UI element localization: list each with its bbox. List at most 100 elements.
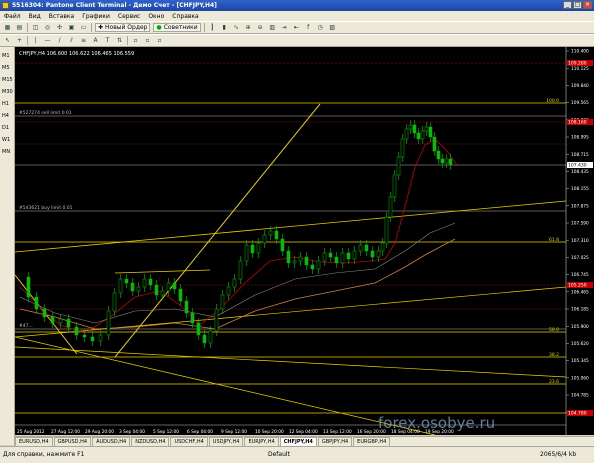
navigator-icon[interactable]: ✣ (55, 23, 64, 32)
candle-body (286, 250, 291, 264)
candle-body (376, 250, 381, 258)
bar-chart-icon[interactable]: ┃ (208, 23, 217, 32)
label-icon[interactable]: T (103, 36, 112, 45)
price-tag-text: 104.780 (568, 411, 587, 417)
chart-tab[interactable]: AUDUSD,H4 (92, 437, 131, 446)
data-window-icon[interactable]: ◎ (43, 23, 52, 32)
trendline[interactable] (15, 200, 567, 253)
chart-tab[interactable]: USDJPY,H4 (208, 437, 244, 446)
timeframe-mn[interactable]: MN (2, 149, 10, 155)
periods-icon[interactable]: ◷ (316, 23, 325, 32)
new-order-button[interactable]: ✚ Новый Ордер (95, 23, 151, 32)
chart-tab[interactable]: EURGBP,H4 (353, 437, 391, 446)
arrows-icon[interactable]: ⇅ (115, 36, 124, 45)
standard-toolbar: ▦ ▤ ◫ ◎ ✣ ▣ ▭ ✚ Новый Ордер ● Советники ┃ … (0, 21, 594, 34)
chart-shift-icon[interactable]: ⇤ (292, 23, 301, 32)
price-chart[interactable]: CHFJPY,H4 106.600 106.622 106.465 106.55… (15, 47, 594, 435)
chart-tab[interactable]: CHFJPY,H4 (279, 437, 317, 446)
status-bar: Для справки, нажмите F1 Default 2065/6/4… (0, 446, 594, 463)
candle-body (424, 126, 429, 132)
timeframe-m5[interactable]: M5 (2, 65, 10, 71)
m15-icon[interactable]: ▫ (155, 36, 164, 45)
timeframe-m30[interactable]: M30 (2, 89, 13, 95)
time-label: 5 Sep 12:00 (153, 429, 179, 435)
minimize-button[interactable]: _ (563, 1, 572, 9)
menu-tools[interactable]: Сервис (114, 13, 144, 20)
time-label: 9 Sep 12:00 (221, 429, 247, 435)
trendline-icon[interactable]: / (55, 36, 64, 45)
tester-icon[interactable]: ▭ (79, 23, 88, 32)
terminal-icon[interactable]: ▣ (67, 23, 76, 32)
timeframe-m15[interactable]: M15 (2, 77, 13, 83)
m1-icon[interactable]: ▫ (131, 36, 140, 45)
candle-body (208, 330, 213, 344)
timeframe-d1[interactable]: D1 (2, 125, 9, 131)
trendline[interactable] (114, 269, 211, 274)
moving-average-gray (19, 222, 456, 324)
candle-body (268, 230, 273, 236)
timeframe-panel: M1 M5 M15 M30 H1 H4 D1 W1 MN (0, 47, 15, 445)
window-title: 5516304: Pantone Client Terminal - Демо … (12, 2, 217, 9)
menu-view[interactable]: Вид (25, 13, 45, 20)
chart-window[interactable]: CHFJPY,H4 106.600 106.622 106.465 106.55… (15, 47, 594, 435)
trendline[interactable] (15, 346, 567, 378)
chart-tab[interactable]: NZDUSD,H4 (131, 437, 170, 446)
chart-tab[interactable]: GBPJPY,H4 (317, 437, 353, 446)
timeframe-h1[interactable]: H1 (2, 101, 9, 107)
zoom-in-icon[interactable]: ⊕ (244, 23, 253, 32)
horizontal-line-icon[interactable]: — (43, 36, 52, 45)
candle-body (340, 252, 345, 264)
zoom-out-icon[interactable]: ⊖ (256, 23, 265, 32)
candle-chart-icon[interactable]: ▮ (220, 23, 229, 32)
candle-body (436, 150, 441, 160)
autoscroll-icon[interactable]: ⇥ (280, 23, 289, 32)
trendline[interactable] (15, 286, 567, 338)
menu-charts[interactable]: Графики (78, 13, 114, 20)
chart-tab[interactable]: USDCHF,H4 (170, 437, 208, 446)
new-order-label: Новый Ордер (105, 24, 148, 31)
timeframe-w1[interactable]: W1 (2, 137, 10, 143)
channel-icon[interactable]: ⫽ (67, 36, 76, 45)
menu-insert[interactable]: Вставка (45, 13, 78, 20)
candle-body (304, 256, 309, 266)
close-button[interactable]: × (583, 1, 592, 9)
candle-body (274, 230, 279, 240)
time-label: 3 Sep 04:00 (119, 429, 145, 435)
time-label: 27 Aug 12:00 (51, 429, 80, 435)
price-label: 105.060 (571, 375, 589, 381)
toolbar-separator (27, 23, 28, 32)
price-label: 107.025 (571, 255, 589, 261)
toolbar-separator (91, 23, 92, 32)
cursor-icon[interactable]: ↖ (3, 36, 12, 45)
new-chart-icon[interactable]: ▦ (3, 23, 12, 32)
expert-advisors-button[interactable]: ● Советники (153, 23, 201, 32)
menu-window[interactable]: Окно (144, 13, 168, 20)
crosshair-icon[interactable]: + (15, 36, 24, 45)
line-chart-icon[interactable]: ∿ (232, 23, 241, 32)
maximize-button[interactable]: □ (573, 1, 582, 9)
profiles-icon[interactable]: ▤ (15, 23, 24, 32)
timeframe-h4[interactable]: H4 (2, 113, 9, 119)
templates-icon[interactable]: ▧ (328, 23, 337, 32)
menu-help[interactable]: Справка (168, 13, 202, 20)
timeframe-m1[interactable]: M1 (2, 53, 10, 59)
text-icon[interactable]: A (91, 36, 100, 45)
candle-body (118, 278, 123, 294)
indicators-icon[interactable]: f (304, 23, 313, 32)
candle-body (166, 282, 171, 292)
candle-body (380, 242, 385, 252)
chart-tab[interactable]: EURUSD,H4 (15, 437, 53, 446)
tile-windows-icon[interactable]: ▥ (268, 23, 277, 32)
advisors-label: Советники (163, 24, 198, 31)
m5-icon[interactable]: ▫ (143, 36, 152, 45)
candle-body (154, 284, 159, 296)
candle-body (124, 278, 129, 284)
menu-file[interactable]: Файл (0, 13, 25, 20)
trendline[interactable] (15, 336, 436, 435)
chart-tabs: EURUSD,H4 GBPUSD,H4 AUDUSD,H4 NZDUSD,H4 USDC… (15, 436, 594, 446)
fibonacci-icon[interactable]: ≡ (79, 36, 88, 45)
chart-tab[interactable]: GBPUSD,H4 (53, 437, 92, 446)
vertical-line-icon[interactable]: | (31, 36, 40, 45)
chart-tab[interactable]: EURJPY,H4 (244, 437, 279, 446)
market-watch-icon[interactable]: ◫ (31, 23, 40, 32)
